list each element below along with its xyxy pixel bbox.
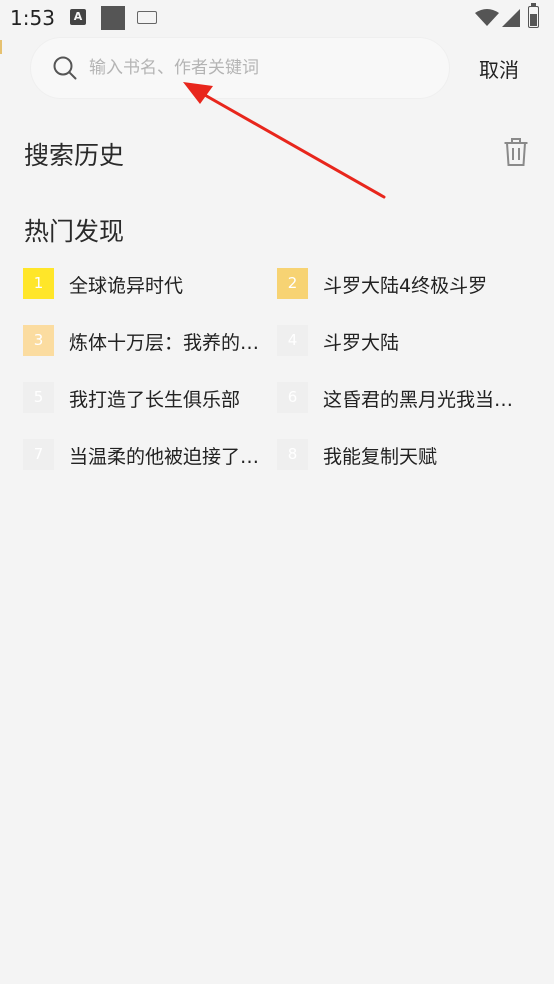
hot-item-title: 当温柔的他被迫接了恶毒剧本 — [69, 446, 265, 468]
hot-item-2[interactable]: 2 斗罗大陆4终极斗罗 — [277, 267, 527, 301]
hot-item-3[interactable]: 3 炼体十万层：我养的狗都是大帝 — [23, 324, 273, 358]
hot-item-title: 斗罗大陆4终极斗罗 — [323, 275, 488, 297]
rank-badge: 7 — [23, 439, 54, 470]
hot-discovery-title: 热门发现 — [24, 217, 125, 246]
rank-badge: 2 — [277, 268, 308, 299]
cancel-button[interactable]: 取消 — [479, 54, 519, 83]
rank-badge: 1 — [23, 268, 54, 299]
status-time: 1:53 — [10, 6, 55, 30]
hot-item-7[interactable]: 7 当温柔的他被迫接了恶毒剧本 — [23, 438, 273, 472]
hot-item-title: 我打造了长生俱乐部 — [69, 389, 241, 411]
status-bar: 1:53 A — [0, 0, 554, 36]
hot-item-title: 斗罗大陆 — [323, 332, 400, 354]
search-history-title: 搜索历史 — [24, 141, 125, 170]
wifi-icon — [475, 9, 499, 26]
rank-badge: 5 — [23, 382, 54, 413]
hot-item-title: 我能复制天赋 — [323, 446, 438, 468]
edge-accent — [0, 40, 2, 54]
search-input[interactable] — [89, 48, 429, 88]
keyboard-icon — [137, 11, 157, 24]
hot-item-5[interactable]: 5 我打造了长生俱乐部 — [23, 381, 273, 415]
hot-item-title: 这昏君的黑月光我当定了 — [323, 389, 519, 411]
hot-item-6[interactable]: 6 这昏君的黑月光我当定了 — [277, 381, 527, 415]
trash-icon[interactable] — [503, 137, 529, 167]
rank-badge: 6 — [277, 382, 308, 413]
hot-item-title: 炼体十万层：我养的狗都是大帝 — [69, 332, 265, 354]
a-notification-icon: A — [70, 9, 86, 25]
rank-badge: 8 — [277, 439, 308, 470]
rank-badge: 3 — [23, 325, 54, 356]
signal-icon — [502, 9, 520, 27]
hot-item-4[interactable]: 4 斗罗大陆 — [277, 324, 527, 358]
search-bar[interactable] — [31, 38, 449, 98]
square-notification-icon — [101, 6, 125, 30]
battery-icon — [528, 3, 539, 28]
search-icon — [53, 56, 77, 80]
hot-item-title: 全球诡异时代 — [69, 275, 184, 297]
hot-item-1[interactable]: 1 全球诡异时代 — [23, 267, 273, 301]
hot-item-8[interactable]: 8 我能复制天赋 — [277, 438, 527, 472]
rank-badge: 4 — [277, 325, 308, 356]
